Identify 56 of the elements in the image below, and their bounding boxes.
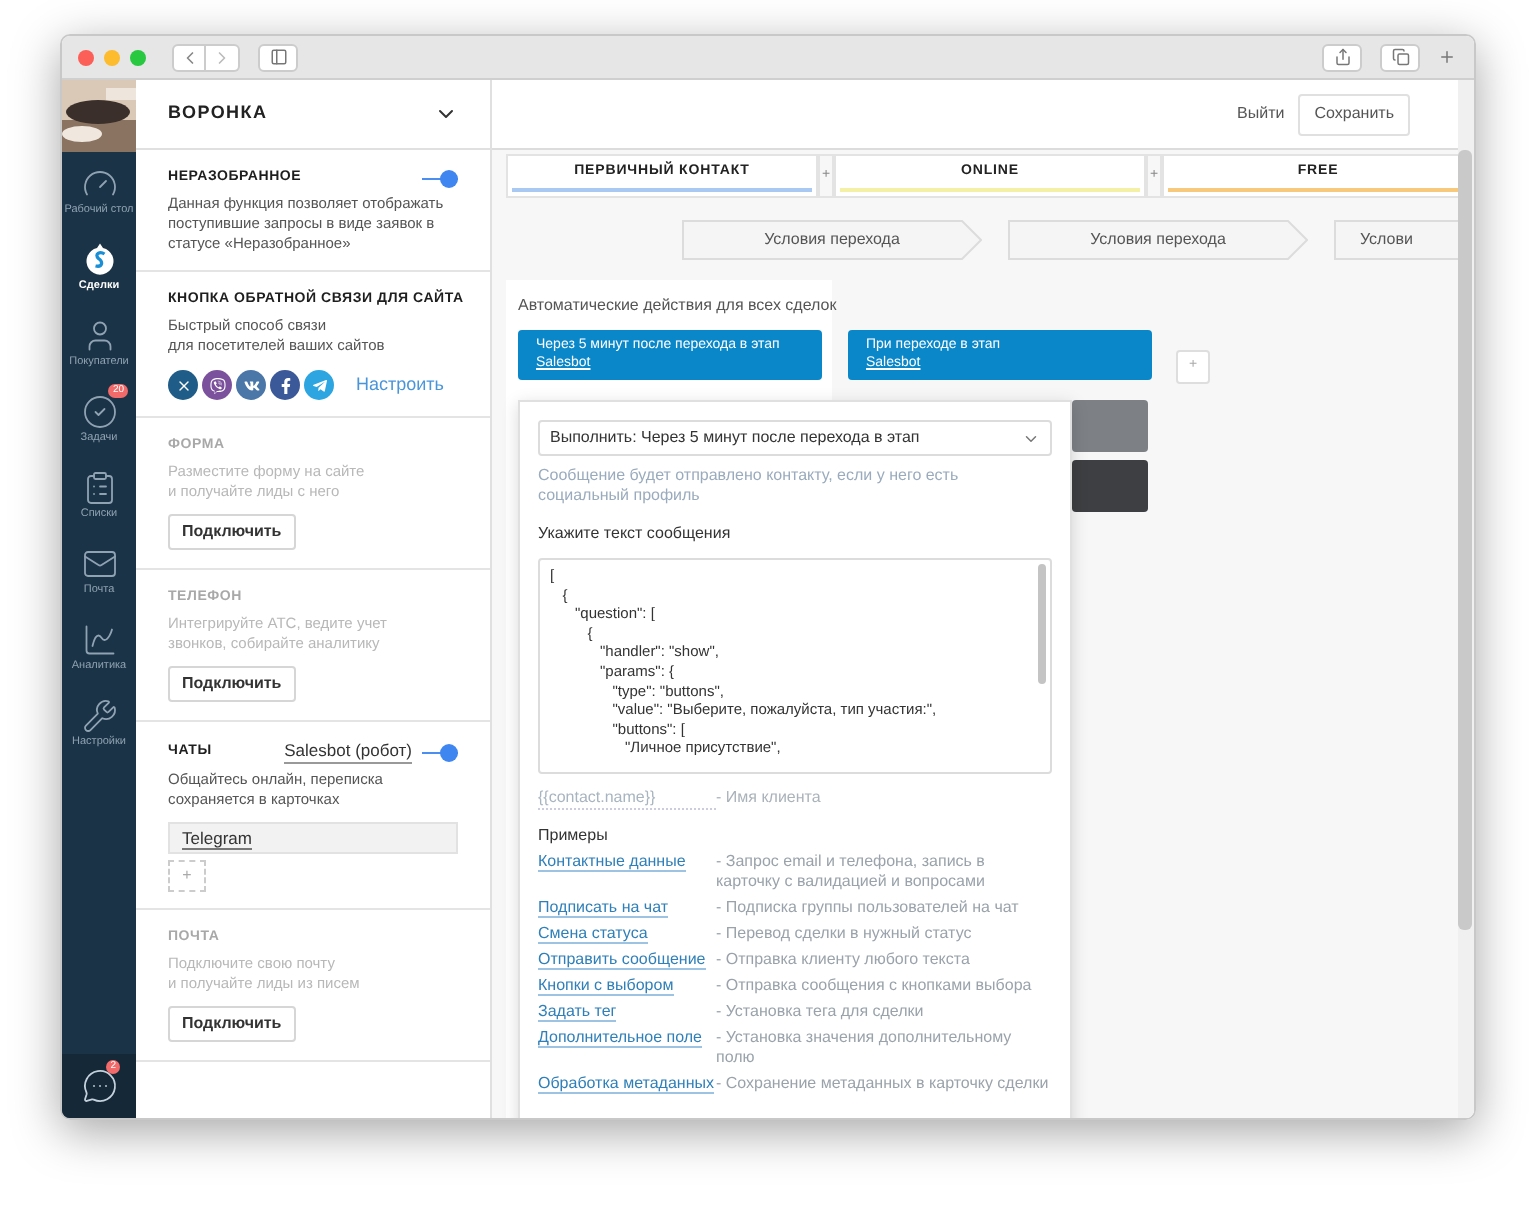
example-link[interactable]: Кнопки с выбором xyxy=(538,976,674,996)
channel-field[interactable]: Telegram xyxy=(168,822,458,854)
panel-title: ВОРОНКА xyxy=(168,100,268,127)
example-description: - Установка тега для сделки xyxy=(716,1002,924,1022)
configure-link[interactable]: Настроить xyxy=(356,371,444,399)
gauge-icon xyxy=(81,165,117,201)
examples-title: Примеры xyxy=(538,824,610,848)
dark-swatch xyxy=(1072,460,1148,512)
variable-description: - Имя клиента xyxy=(716,788,821,810)
save-button[interactable]: Сохранить xyxy=(1298,93,1410,135)
example-link[interactable]: Смена статуса xyxy=(538,924,648,944)
example-description: - Сохранение метаданных в карточку сделки xyxy=(716,1074,1049,1094)
example-link[interactable]: Контактные данные xyxy=(538,852,686,872)
example-link[interactable]: Обработка метаданных xyxy=(538,1074,714,1094)
example-description: - Установка значения дополнительному полю xyxy=(716,1028,1014,1068)
example-link[interactable]: Дополнительное поле xyxy=(538,1028,702,1048)
vk-icon[interactable] xyxy=(236,370,266,400)
chat-icon xyxy=(81,1068,117,1104)
toggle-switch[interactable] xyxy=(422,742,458,762)
example-description: - Отправка сообщения с кнопками выбора xyxy=(716,976,1032,996)
exit-button[interactable]: Выйти xyxy=(1237,102,1285,126)
mail-icon xyxy=(81,545,117,581)
variable-name: {{contact.name}} xyxy=(538,788,716,810)
dark-swatch xyxy=(1072,400,1148,452)
example-link[interactable]: Отправить сообщение xyxy=(538,950,706,970)
example-description: - Запрос email и телефона, запись в карточку с валидацией и вопросами xyxy=(716,852,987,892)
back-icon[interactable] xyxy=(172,43,206,71)
transition-condition-button[interactable]: Услови xyxy=(1334,220,1458,260)
list-icon xyxy=(81,469,117,505)
wrench-icon xyxy=(81,697,117,733)
example-link[interactable]: Подписать на чат xyxy=(538,898,669,918)
trigger-select[interactable]: Выполнить: Через 5 минут после перехода в этап xyxy=(538,420,1052,456)
automation-title: Автоматические действия для всех сделок xyxy=(518,296,837,316)
toggle-switch[interactable] xyxy=(422,168,458,188)
sidebar-icon[interactable] xyxy=(258,43,298,71)
field-label: Укажите текст сообщения xyxy=(538,522,733,546)
example-description: - Отправка клиенту любого текста xyxy=(716,950,970,970)
facebook-icon[interactable] xyxy=(270,370,300,400)
close-window-icon[interactable] xyxy=(78,49,94,65)
scrollbar[interactable] xyxy=(1458,150,1472,930)
tabs-icon[interactable] xyxy=(1380,43,1420,71)
example-link[interactable]: Задать тег xyxy=(538,1002,617,1022)
scrollbar-thumb[interactable] xyxy=(1038,564,1046,684)
close-icon[interactable] xyxy=(168,370,198,400)
check-circle-icon xyxy=(81,393,117,429)
example-description: - Подписка группы пользователей на чат xyxy=(716,898,1019,918)
share-icon[interactable] xyxy=(1322,43,1362,71)
phone-icon[interactable] xyxy=(202,370,232,400)
maximize-window-icon[interactable] xyxy=(130,49,146,65)
transition-condition-button[interactable]: Условия перехода xyxy=(1008,220,1308,260)
drop-icon xyxy=(81,241,117,277)
hint-text: Сообщение будет отправлено контакту, если у него есть социальный профиль xyxy=(538,466,961,506)
chart-icon xyxy=(81,621,117,657)
bot-link[interactable]: Salesbot (робот) xyxy=(284,740,412,764)
example-description: - Перевод сделки в нужный статус xyxy=(716,924,972,944)
transition-condition-button[interactable]: Условия перехода xyxy=(682,220,982,260)
